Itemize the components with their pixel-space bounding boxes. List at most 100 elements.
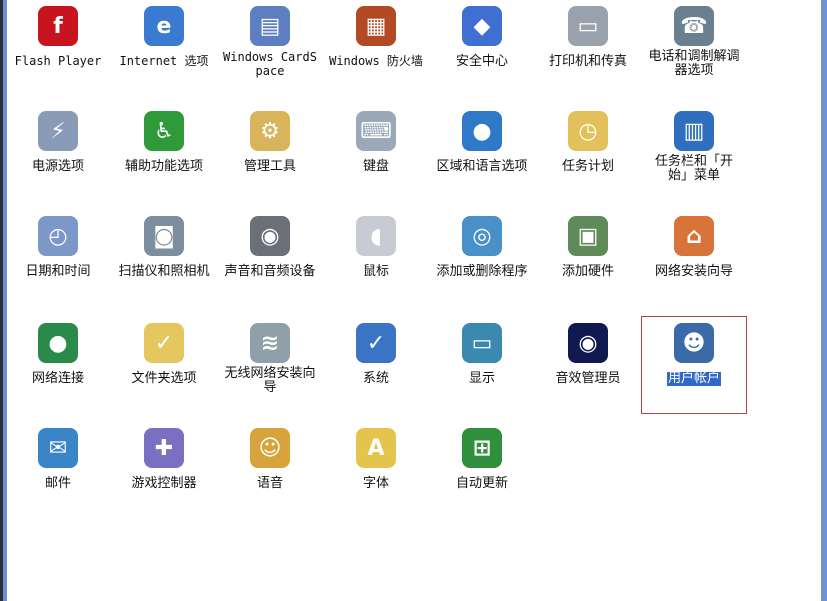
item-label: 管理工具 xyxy=(243,159,296,174)
add-hardware-icon: ▣ xyxy=(568,216,608,256)
item-label: 声音和音频设备 xyxy=(224,264,316,279)
item-label: 扫描仪和照相机 xyxy=(118,264,210,279)
control-panel-item[interactable]: ● 区域和语言选项 xyxy=(430,105,534,201)
control-panel-item[interactable]: ☎ 电话和调制解调器选项 xyxy=(642,0,746,96)
wireless-setup-icon: ≋ xyxy=(250,323,290,363)
item-label: 添加硬件 xyxy=(561,264,614,279)
taskbar-icon: ▥ xyxy=(674,111,714,151)
control-panel-item[interactable]: ▭ 显示 xyxy=(430,317,534,413)
item-label: Windows 防火墙 xyxy=(329,54,423,68)
control-panel-item[interactable]: ▥ 任务栏和「开始」菜单 xyxy=(642,105,746,201)
item-label: 音效管理员 xyxy=(555,371,621,386)
item-label: 键盘 xyxy=(362,159,389,174)
window-frame-right xyxy=(821,0,827,601)
item-label: 区域和语言选项 xyxy=(436,159,528,174)
keyboard-icon: ⌨ xyxy=(356,111,396,151)
mail-icon: ✉ xyxy=(38,428,78,468)
control-panel-item[interactable]: ▤ Windows CardSpace xyxy=(218,0,322,96)
control-panel-item[interactable]: ◉ 声音和音频设备 xyxy=(218,210,322,306)
mouse-icon: ◖ xyxy=(356,216,396,256)
network-setup-house-icon: ⌂ xyxy=(674,216,714,256)
sound-manager-icon: ◉ xyxy=(568,323,608,363)
folder-options-icon: ✓ xyxy=(144,323,184,363)
speaker-icon: ◉ xyxy=(250,216,290,256)
control-panel-item[interactable]: ⌂ 网络安装向导 xyxy=(642,210,746,306)
control-panel-item[interactable]: ⊞ 自动更新 xyxy=(430,422,534,518)
security-center-shield-icon: ◆ xyxy=(462,6,502,46)
item-label: 添加或删除程序 xyxy=(436,264,528,279)
control-panel-item[interactable]: ◆ 安全中心 xyxy=(430,0,534,96)
system-icon: ✓ xyxy=(356,323,396,363)
item-label: 任务栏和「开始」菜单 xyxy=(654,154,733,183)
user-accounts-icon: ☻ xyxy=(674,323,714,363)
cardspace-icon: ▤ xyxy=(250,6,290,46)
item-label: 无线网络安装向导 xyxy=(224,366,316,395)
control-panel-item[interactable]: ⚡ 电源选项 xyxy=(6,105,110,201)
control-panel-item[interactable]: ♿ 辅助功能选项 xyxy=(112,105,216,201)
item-label: 鼠标 xyxy=(362,264,389,279)
admin-tools-icon: ⚙ xyxy=(250,111,290,151)
item-label: 自动更新 xyxy=(455,476,508,491)
firewall-icon: ▦ xyxy=(356,6,396,46)
internet-options-icon: e xyxy=(144,6,184,46)
control-panel-item[interactable]: ⌨ 键盘 xyxy=(324,105,428,201)
scanner-camera-icon: ◙ xyxy=(144,216,184,256)
item-label: 网络连接 xyxy=(31,371,84,386)
control-panel-item[interactable]: ◙ 扫描仪和照相机 xyxy=(112,210,216,306)
control-panel-item[interactable]: A 字体 xyxy=(324,422,428,518)
automatic-updates-icon: ⊞ xyxy=(462,428,502,468)
power-options-icon: ⚡ xyxy=(38,111,78,151)
control-panel-item[interactable]: ✓ 系统 xyxy=(324,317,428,413)
control-panel-item[interactable]: ◷ 任务计划 xyxy=(536,105,640,201)
item-label: 游戏控制器 xyxy=(131,476,197,491)
item-label: 打印机和传真 xyxy=(548,54,627,69)
control-panel-item[interactable]: ✚ 游戏控制器 xyxy=(112,422,216,518)
control-panel-item[interactable]: ▦ Windows 防火墙 xyxy=(324,0,428,96)
display-icon: ▭ xyxy=(462,323,502,363)
item-label: 电源选项 xyxy=(31,159,84,174)
control-panel-item[interactable]: ≋ 无线网络安装向导 xyxy=(218,317,322,413)
item-label: 语音 xyxy=(256,476,283,491)
control-panel-item[interactable]: ◉ 音效管理员 xyxy=(536,317,640,413)
item-label: 任务计划 xyxy=(561,159,614,174)
control-panel-item[interactable]: ▭ 打印机和传真 xyxy=(536,0,640,96)
item-label: Internet 选项 xyxy=(119,54,209,68)
control-panel-item[interactable]: ▣ 添加硬件 xyxy=(536,210,640,306)
control-panel-item[interactable]: ✓ 文件夹选项 xyxy=(112,317,216,413)
item-label: 系统 xyxy=(362,371,389,386)
phone-modem-icon: ☎ xyxy=(674,6,714,46)
item-label: Windows CardSpace xyxy=(223,50,317,78)
item-label: 安全中心 xyxy=(455,54,508,69)
control-panel-item[interactable]: ☻ 用户帐户 xyxy=(641,316,747,414)
item-label: Flash Player xyxy=(14,54,102,68)
control-panel-item[interactable]: ✉ 邮件 xyxy=(6,422,110,518)
speech-icon: ☺ xyxy=(250,428,290,468)
control-panel-item[interactable]: ● 网络连接 xyxy=(6,317,110,413)
add-remove-programs-icon: ◎ xyxy=(462,216,502,256)
game-controller-icon: ✚ xyxy=(144,428,184,468)
scheduled-tasks-icon: ◷ xyxy=(568,111,608,151)
item-label: 字体 xyxy=(362,476,389,491)
item-label: 显示 xyxy=(468,371,495,386)
item-label: 网络安装向导 xyxy=(654,264,733,279)
item-label: 日期和时间 xyxy=(25,264,91,279)
item-label: 用户帐户 xyxy=(666,371,721,386)
control-panel-item[interactable]: ⚙ 管理工具 xyxy=(218,105,322,201)
control-panel-item[interactable]: ◖ 鼠标 xyxy=(324,210,428,306)
control-panel-item[interactable]: ◎ 添加或删除程序 xyxy=(430,210,534,306)
globe-icon: ● xyxy=(462,111,502,151)
printer-icon: ▭ xyxy=(568,6,608,46)
control-panel-item[interactable]: ☺ 语音 xyxy=(218,422,322,518)
accessibility-icon: ♿ xyxy=(144,111,184,151)
network-connections-icon: ● xyxy=(38,323,78,363)
flash-icon: f xyxy=(38,6,78,46)
control-panel-item[interactable]: f Flash Player xyxy=(6,0,110,96)
item-label: 文件夹选项 xyxy=(131,371,197,386)
item-label: 辅助功能选项 xyxy=(124,159,203,174)
item-label: 邮件 xyxy=(44,476,71,491)
control-panel-item[interactable]: e Internet 选项 xyxy=(112,0,216,96)
fonts-folder-icon: A xyxy=(356,428,396,468)
date-time-icon: ◴ xyxy=(38,216,78,256)
item-label: 电话和调制解调器选项 xyxy=(648,49,740,78)
control-panel-item[interactable]: ◴ 日期和时间 xyxy=(6,210,110,306)
